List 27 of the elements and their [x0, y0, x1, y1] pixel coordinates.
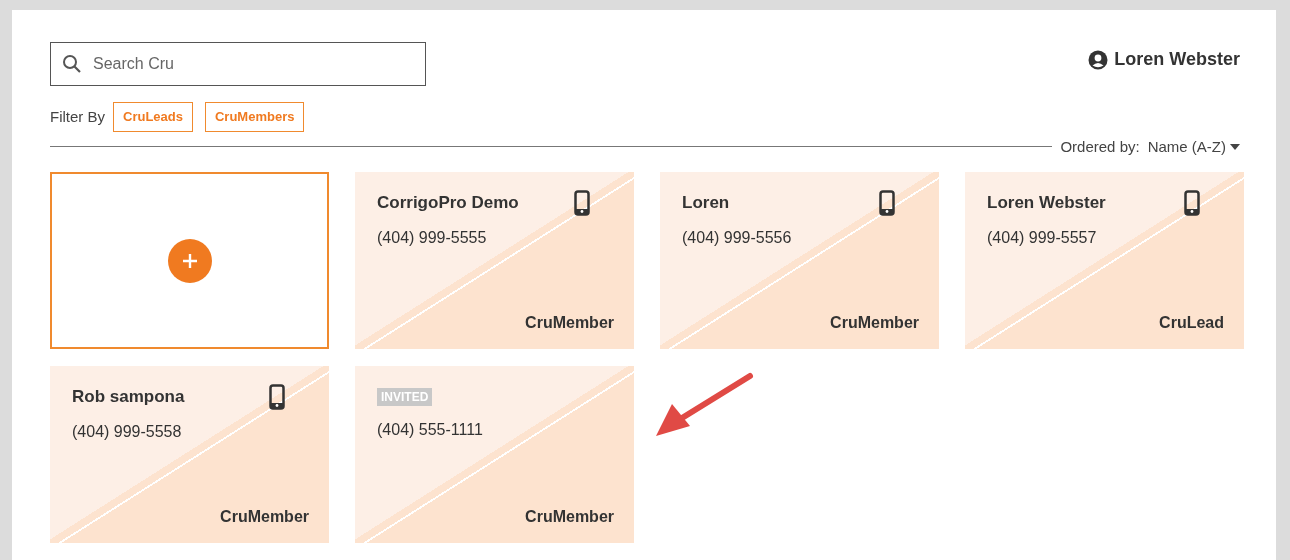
sort-dropdown[interactable]: Name (A-Z) — [1147, 135, 1240, 158]
user-icon — [1088, 49, 1109, 70]
order-label: Ordered by: — [1060, 136, 1140, 157]
search-field[interactable]: Search Cru — [50, 42, 426, 86]
contact-role: CruMember — [525, 313, 614, 333]
contact-phone: (404) 999-5555 — [377, 227, 488, 248]
user-name[interactable]: Loren Webster — [1114, 46, 1240, 73]
contact-role: CruMember — [220, 507, 309, 527]
filter-label: Filter By — [50, 106, 105, 127]
contact-role: CruMember — [525, 507, 614, 527]
contact-name: CorrigoPro Demo — [377, 192, 519, 214]
contact-name: Loren Webster — [987, 192, 1106, 214]
contact-phone: (404) 999-5557 — [987, 227, 1098, 248]
contact-phone: (404) 555-1111 — [377, 420, 484, 440]
contact-name: Rob sampona — [72, 386, 185, 408]
contact-phone: (404) 999-5556 — [682, 227, 793, 248]
contact-card[interactable]: CorrigoPro Demo (404) 999-5555 CruMember — [355, 172, 634, 349]
caret-icon — [1230, 143, 1240, 150]
add-card[interactable] — [50, 172, 329, 349]
contact-role: CruMember — [830, 313, 919, 333]
contact-card[interactable]: Loren (404) 999-5556 CruMember — [660, 172, 939, 349]
contact-card[interactable]: Loren Webster (404) 999-5557 CruLead — [965, 172, 1244, 349]
contact-phone: (404) 999-5558 — [72, 421, 183, 442]
contact-name: Loren — [682, 192, 730, 214]
plus-icon — [180, 251, 199, 270]
contact-card[interactable]: Rob sampona (404) 999-5558 CruMember — [50, 366, 329, 543]
contact-role: CruLead — [1159, 313, 1224, 333]
